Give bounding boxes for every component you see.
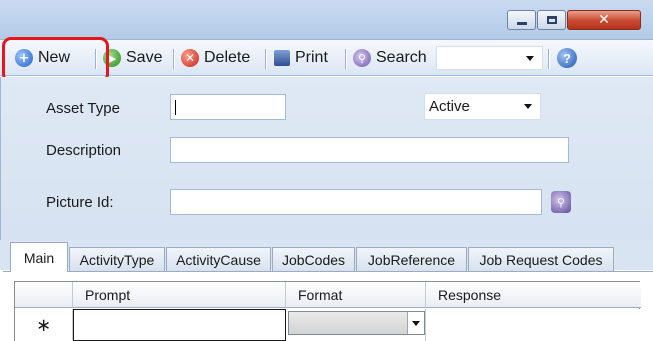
toolbar-dropdown[interactable]	[436, 46, 543, 70]
description-input[interactable]	[170, 137, 569, 163]
delete-button[interactable]: ✕ Delete	[181, 46, 250, 70]
column-header-response[interactable]: Response	[426, 282, 641, 308]
chevron-down-icon	[524, 104, 532, 109]
tab-job-codes[interactable]: JobCodes	[272, 247, 355, 271]
row-header-column	[15, 282, 73, 308]
response-cell[interactable]	[426, 309, 641, 341]
toolbar-separator	[345, 49, 346, 69]
maximize-icon	[546, 16, 557, 24]
format-select[interactable]	[288, 311, 425, 335]
asset-type-input[interactable]	[170, 94, 286, 120]
prompt-grid: Prompt Format Response ∗	[14, 281, 641, 341]
search-icon: ⚲	[556, 196, 566, 209]
text-caret	[175, 100, 176, 115]
tab-activity-type[interactable]: ActivityType	[69, 247, 165, 271]
status-select[interactable]: Active	[424, 93, 541, 120]
printer-icon	[274, 50, 290, 66]
help-button[interactable]: ?	[557, 48, 577, 68]
asset-form: Asset Type Active Description Picture Id…	[0, 77, 653, 240]
picture-id-label: Picture Id:	[46, 194, 114, 211]
picture-id-input[interactable]	[170, 189, 542, 215]
maximize-button[interactable]	[537, 10, 566, 30]
tab-job-request-codes[interactable]: Job Request Codes	[468, 247, 614, 271]
format-cell	[286, 309, 426, 341]
prompt-cell[interactable]	[73, 309, 286, 341]
delete-icon: ✕	[181, 49, 199, 67]
search-icon: ⚲	[353, 49, 371, 67]
delete-label: Delete	[204, 49, 251, 66]
chevron-down-icon	[526, 55, 534, 61]
minimize-button[interactable]	[507, 10, 536, 30]
column-header-prompt[interactable]: Prompt	[73, 282, 286, 308]
print-label: Print	[295, 49, 328, 66]
toolbar-separator	[173, 49, 174, 69]
column-header-format[interactable]: Format	[286, 282, 426, 308]
save-button[interactable]: ▶ Save	[103, 46, 162, 70]
close-icon: ✕	[598, 12, 610, 28]
save-label: Save	[126, 49, 163, 66]
chevron-down-icon	[412, 320, 420, 326]
tab-activity-cause[interactable]: ActivityCause	[166, 247, 271, 271]
close-button[interactable]: ✕	[567, 10, 641, 30]
description-label: Description	[46, 142, 122, 159]
toolbar-separator	[265, 49, 266, 69]
search-label: Search	[376, 49, 427, 66]
search-button[interactable]: ⚲ Search	[353, 46, 427, 70]
print-button[interactable]: Print	[274, 46, 328, 70]
format-dropdown-button[interactable]	[407, 312, 424, 334]
picture-search-button[interactable]: ⚲	[551, 191, 571, 213]
tab-main[interactable]: Main	[10, 242, 68, 272]
minimize-icon	[516, 21, 527, 25]
status-value: Active	[429, 98, 470, 115]
asset-type-label: Asset Type	[46, 100, 120, 117]
toolbar-separator	[548, 49, 549, 69]
title-bar: ✕	[0, 0, 653, 40]
new-row-marker: ∗	[15, 309, 73, 341]
tab-job-reference[interactable]: JobReference	[356, 247, 467, 271]
